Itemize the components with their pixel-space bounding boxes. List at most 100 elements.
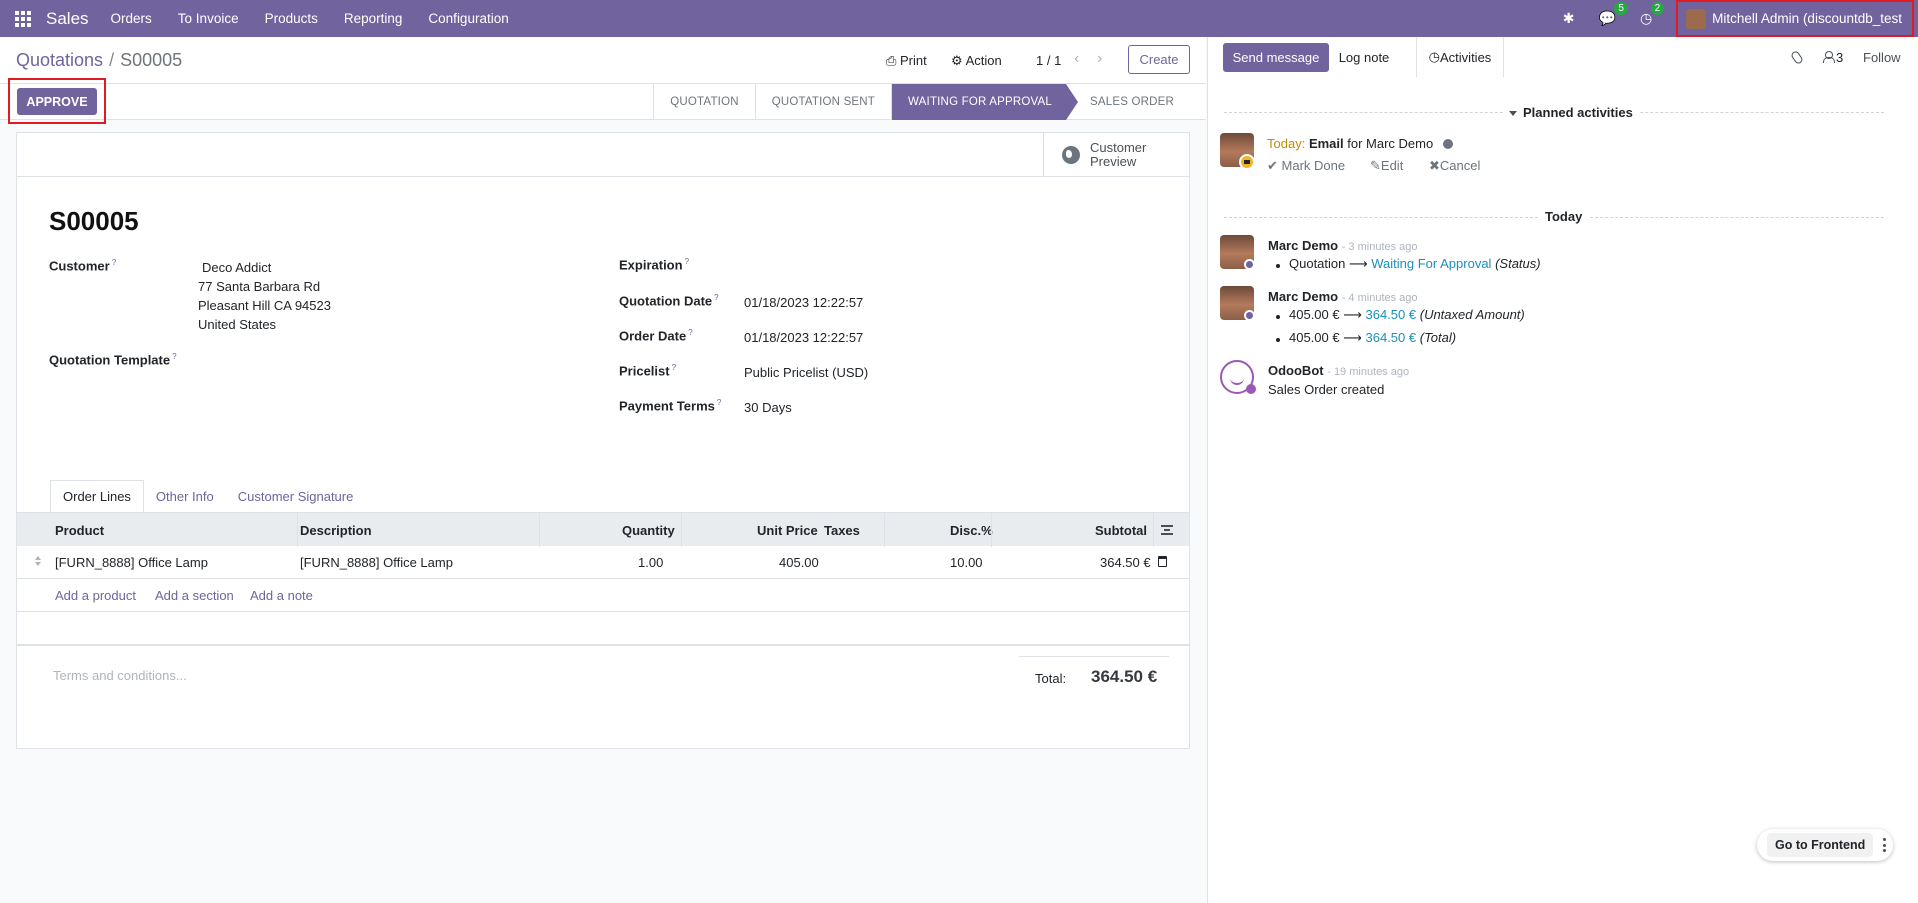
stage-quotation-sent[interactable]: QUOTATION SENT <box>754 84 891 120</box>
tab-other-info[interactable]: Other Info <box>144 480 226 513</box>
add-line-row: Add a product Add a section Add a note <box>17 579 1189 612</box>
times-icon: ✖ <box>1429 158 1440 173</box>
customer-preview-button[interactable]: Customer Preview <box>1043 133 1189 177</box>
stage-sales-order[interactable]: SALES ORDER <box>1066 84 1190 120</box>
apps-menu-icon[interactable] <box>0 0 46 37</box>
activities-clock-icon[interactable]: ◷ 2 <box>1640 2 1665 27</box>
column-unit-price[interactable]: Unit Price <box>757 523 818 538</box>
empty-row <box>17 612 1189 645</box>
create-button[interactable]: Create <box>1128 45 1190 74</box>
cancel-activity-button[interactable]: ✖Cancel <box>1429 158 1480 174</box>
tab-order-lines[interactable]: Order Lines <box>50 480 144 513</box>
column-discount[interactable]: Disc.% <box>950 523 993 538</box>
pager-value[interactable]: 1 / 1 <box>1036 53 1061 68</box>
quotation-date-field[interactable]: 01/18/2023 12:22:57 <box>744 295 863 310</box>
column-description[interactable]: Description <box>300 523 372 538</box>
breadcrumb-current: S00005 <box>120 50 183 70</box>
approve-highlight: APPROVE <box>8 78 106 124</box>
tracking-line: 405.00 € ⟶ 364.50 € (Total) <box>1289 330 1457 345</box>
chatter-topbar: Send message Log note ◷ Activities 3 Fol… <box>1208 37 1918 77</box>
order-date-label: Order Date? <box>619 328 693 344</box>
app-name[interactable]: Sales <box>46 9 89 29</box>
row-unit-price[interactable]: 405.00 <box>779 555 819 570</box>
status-dot <box>1244 259 1255 270</box>
optional-columns-icon[interactable] <box>1161 525 1173 535</box>
help-icon: ? <box>671 363 677 372</box>
table-row[interactable]: [FURN_8888] Office Lamp [FURN_8888] Offi… <box>17 546 1189 579</box>
status-bar: QUOTATION QUOTATION SENT WAITING FOR APP… <box>0 84 1206 120</box>
edit-activity-button[interactable]: ✎Edit <box>1370 158 1403 174</box>
payment-terms-field[interactable]: 30 Days <box>744 400 792 415</box>
print-icon: ⎙ <box>886 53 901 68</box>
row-subtotal: 364.50 € <box>1100 555 1151 570</box>
user-avatar <box>1686 8 1707 29</box>
column-subtotal[interactable]: Subtotal <box>1095 523 1147 538</box>
stage-waiting-for-approval[interactable]: WAITING FOR APPROVAL <box>891 84 1078 120</box>
breadcrumb-separator: / <box>109 50 115 70</box>
menu-to-invoice[interactable]: To Invoice <box>178 11 239 26</box>
terms-field[interactable]: Terms and conditions... <box>53 668 187 683</box>
activities-label: Activities <box>1440 49 1492 65</box>
row-description[interactable]: [FURN_8888] Office Lamp <box>300 555 453 570</box>
empty-row <box>17 645 1189 646</box>
chatter-panel: Send message Log note ◷ Activities 3 Fol… <box>1207 37 1918 903</box>
row-quantity[interactable]: 1.00 <box>638 555 663 570</box>
approve-button[interactable]: APPROVE <box>17 88 97 115</box>
menu-configuration[interactable]: Configuration <box>428 11 508 26</box>
column-taxes[interactable]: Taxes <box>824 523 860 538</box>
customer-address-line: United States <box>198 317 277 332</box>
message-header: OdooBot - 19 minutes ago <box>1268 363 1410 378</box>
pricelist-label: Pricelist? <box>619 363 677 379</box>
menu-reporting[interactable]: Reporting <box>344 11 403 26</box>
column-product[interactable]: Product <box>55 523 104 538</box>
send-message-button[interactable]: Send message <box>1223 43 1329 72</box>
user-menu[interactable]: Mitchell Admin (discountdb_test <box>1676 0 1914 37</box>
help-icon: ? <box>172 352 177 361</box>
quotation-date-label: Quotation Date? <box>619 293 719 309</box>
add-note-link[interactable]: Add a note <box>250 588 313 603</box>
pager-previous-icon[interactable]: ‹ <box>1074 50 1079 68</box>
row-product[interactable]: [FURN_8888] Office Lamp <box>55 555 208 570</box>
add-product-link[interactable]: Add a product <box>55 588 136 603</box>
messages-icon[interactable]: 💬 5 <box>1599 2 1628 27</box>
breadcrumb-quotations-link[interactable]: Quotations <box>16 50 103 70</box>
total-value: 364.50 € <box>1091 667 1158 686</box>
help-icon: ? <box>688 328 693 337</box>
drag-handle-icon[interactable] <box>35 556 43 568</box>
menu-orders[interactable]: Orders <box>111 11 152 26</box>
planned-activities-toggle[interactable]: Planned activities <box>1503 105 1639 120</box>
stage-quotation[interactable]: QUOTATION <box>653 84 754 120</box>
add-section-link[interactable]: Add a section <box>155 588 234 603</box>
button-box: Customer Preview <box>17 133 1189 177</box>
form-sheet: Customer Preview S00005 Customer? Deco Ad… <box>16 132 1190 749</box>
customer-field[interactable]: Deco Addict <box>202 260 271 275</box>
activities-button[interactable]: ◷ Activities <box>1416 37 1504 77</box>
print-label: Print <box>900 53 927 68</box>
paperclip-icon[interactable] <box>1789 49 1805 66</box>
pricelist-field[interactable]: Public Pricelist (USD) <box>744 365 868 380</box>
print-button[interactable]: ⎙ Print <box>886 53 927 69</box>
followers-count[interactable]: 3 <box>1836 50 1843 65</box>
log-note-button[interactable]: Log note <box>1331 37 1397 77</box>
row-discount[interactable]: 10.00 <box>950 555 983 570</box>
column-quantity[interactable]: Quantity <box>622 523 675 538</box>
trash-icon[interactable] <box>1158 556 1167 567</box>
payment-terms-label: Payment Terms? <box>619 398 722 414</box>
go-to-frontend-button[interactable]: Go to Frontend <box>1767 833 1874 857</box>
debug-bug-icon[interactable]: ✱ <box>1563 10 1575 27</box>
followers-icon[interactable] <box>1823 51 1835 63</box>
check-icon: ✔ <box>1267 158 1282 173</box>
top-navbar: Sales Orders To Invoice Products Reporti… <box>0 0 1918 37</box>
email-activity-icon <box>1239 154 1255 170</box>
mark-done-button[interactable]: ✔ Mark Done <box>1267 158 1345 174</box>
order-date-field[interactable]: 01/18/2023 12:22:57 <box>744 330 863 345</box>
follow-button[interactable]: Follow <box>1863 50 1901 65</box>
info-icon[interactable] <box>1443 139 1454 149</box>
more-options-icon[interactable] <box>1883 838 1887 852</box>
message-header: Marc Demo - 4 minutes ago <box>1268 289 1418 304</box>
total-label: Total: <box>1035 671 1067 686</box>
pager-next-icon[interactable]: › <box>1097 50 1102 68</box>
action-button[interactable]: ⚙ Action <box>951 53 1002 69</box>
menu-products[interactable]: Products <box>265 11 318 26</box>
tab-customer-signature[interactable]: Customer Signature <box>226 480 366 513</box>
